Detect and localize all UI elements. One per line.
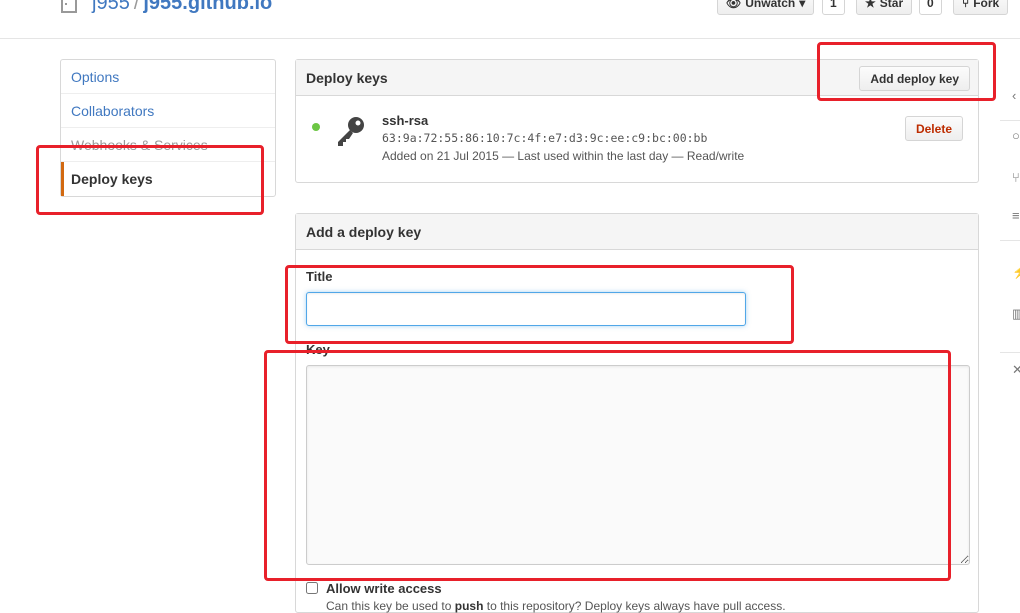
pulse-icon[interactable]: ⚡: [1012, 264, 1020, 280]
settings-icon[interactable]: ✕: [1012, 362, 1020, 378]
watch-count[interactable]: 1: [822, 0, 845, 15]
fork-button[interactable]: ⑂ Fork: [953, 0, 1009, 15]
key-fingerprint: 63:9a:72:55:86:10:7c:4f:e7:d3:9c:ee:c9:b…: [382, 131, 708, 145]
help-bold: push: [454, 599, 484, 613]
star-button[interactable]: ★ Star: [856, 0, 913, 15]
issues-icon[interactable]: ○: [1012, 128, 1020, 143]
deploy-key-row: ssh-rsa 63:9a:72:55:86:10:7c:4f:e7:d3:9c…: [296, 96, 978, 180]
caret-down-icon: ▾: [799, 0, 806, 10]
sidebar-divider: [1000, 240, 1020, 241]
repo-icon: [61, 0, 77, 13]
help-prefix: Can this key be used to: [326, 599, 455, 613]
key-icon: [338, 117, 364, 146]
chevron-left-icon[interactable]: ‹: [1012, 88, 1016, 103]
sidebar-divider: [1000, 120, 1020, 121]
star-icon: ★: [865, 0, 876, 10]
repo-owner-link[interactable]: j955: [92, 0, 130, 14]
key-label: Key: [306, 342, 330, 357]
settings-menu: Options Collaborators Webhooks & Service…: [60, 59, 276, 197]
deploy-keys-heading: Deploy keys: [306, 69, 388, 86]
star-label: Star: [879, 0, 904, 10]
menu-item-webhooks[interactable]: Webhooks & Services: [61, 128, 275, 162]
help-suffix: to this repository? Deploy keys always h…: [483, 599, 786, 613]
pull-request-icon[interactable]: ⑂: [1012, 170, 1020, 185]
add-deploy-key-button[interactable]: Add deploy key: [859, 66, 970, 91]
repo-header: j955/j955.github.io 👁 Unwatch ▾ 1 ★ Star…: [0, 0, 1020, 39]
title-label: Title: [306, 269, 333, 284]
unwatch-button[interactable]: 👁 Unwatch ▾: [717, 0, 815, 15]
fork-label: Fork: [973, 0, 1000, 10]
add-deploy-key-header: Add a deploy key: [296, 214, 978, 250]
sidebar-divider: [1000, 352, 1020, 353]
add-deploy-key-box: Add a deploy key Title Key Allow write a…: [295, 213, 979, 613]
star-count[interactable]: 0: [919, 0, 942, 15]
deploy-keys-box: Deploy keys Add deploy key ssh-rsa 63:9a…: [295, 59, 979, 183]
repo-separator: /: [133, 0, 140, 14]
add-deploy-key-heading: Add a deploy key: [306, 223, 422, 240]
fork-icon: ⑂: [962, 0, 970, 10]
title-input[interactable]: [306, 292, 746, 326]
key-status-dot: [312, 123, 320, 131]
key-name: ssh-rsa: [382, 113, 429, 128]
deploy-keys-header: Deploy keys Add deploy key: [296, 60, 978, 96]
repo-title: j955/j955.github.io: [92, 0, 272, 15]
menu-item-options[interactable]: Options: [61, 60, 275, 94]
graphs-icon[interactable]: ▥: [1012, 306, 1020, 322]
repo-name-link[interactable]: j955.github.io: [143, 0, 272, 14]
menu-item-deploy-keys[interactable]: Deploy keys: [61, 162, 275, 196]
wiki-icon[interactable]: ≡: [1012, 208, 1020, 223]
delete-key-button[interactable]: Delete: [904, 116, 963, 141]
eye-icon: 👁: [726, 0, 742, 10]
menu-item-collaborators[interactable]: Collaborators: [61, 94, 275, 128]
key-textarea[interactable]: [306, 365, 970, 565]
allow-write-checkbox[interactable]: [306, 582, 318, 594]
unwatch-label: Unwatch: [745, 0, 796, 10]
key-meta: Added on 21 Jul 2015 — Last used within …: [382, 149, 745, 163]
allow-write-help: Can this key be used to push to this rep…: [326, 599, 786, 613]
allow-write-label: Allow write access: [326, 581, 442, 596]
